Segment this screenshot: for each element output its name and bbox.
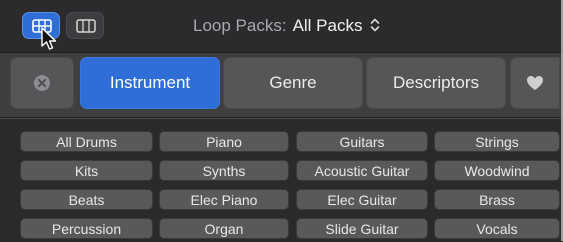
loop-browser-header: Loop Packs: All Packs (0, 0, 561, 52)
descriptors-tab[interactable]: Descriptors (366, 57, 506, 109)
column-view-icon (76, 19, 96, 33)
keyword-button[interactable]: Slide Guitar (296, 218, 428, 239)
loop-packs-label: Loop Packs: (193, 16, 287, 35)
keyword-button[interactable]: Vocals (434, 218, 560, 239)
reset-button[interactable] (10, 57, 74, 109)
filter-bar: Instrument Genre Descriptors (0, 52, 561, 118)
heart-icon (527, 76, 543, 90)
up-down-chevron-icon (370, 17, 380, 38)
keyword-grid: All Drums Piano Guitars Strings Kits Syn… (0, 118, 561, 242)
keyword-button[interactable]: Woodwind (434, 160, 560, 181)
loop-packs-popup[interactable]: Loop Packs: All Packs (193, 16, 380, 38)
keyword-button[interactable]: Beats (20, 189, 153, 210)
loop-packs-value: All Packs (292, 16, 363, 35)
mouse-pointer-icon (41, 27, 57, 50)
column-view-button[interactable] (66, 12, 104, 39)
keyword-button[interactable]: Elec Piano (159, 189, 289, 210)
keyword-button[interactable]: Organ (159, 218, 289, 239)
keyword-button[interactable]: Kits (20, 160, 153, 181)
favorites-button[interactable] (510, 57, 560, 109)
keyword-button[interactable]: All Drums (20, 131, 153, 152)
keyword-button[interactable]: Strings (434, 131, 560, 152)
clear-circle-icon (34, 75, 50, 91)
keyword-button[interactable]: Brass (434, 189, 560, 210)
keyword-button[interactable]: Guitars (296, 131, 428, 152)
genre-tab[interactable]: Genre (223, 57, 363, 109)
keyword-button[interactable]: Synths (159, 160, 289, 181)
keyword-button[interactable]: Acoustic Guitar (296, 160, 428, 181)
loop-browser: Loop Packs: All Packs Instrument Genre De… (0, 0, 563, 242)
instrument-tab[interactable]: Instrument (80, 57, 220, 109)
keyword-button[interactable]: Elec Guitar (296, 189, 428, 210)
keyword-button[interactable]: Percussion (20, 218, 153, 239)
keyword-button[interactable]: Piano (159, 131, 289, 152)
